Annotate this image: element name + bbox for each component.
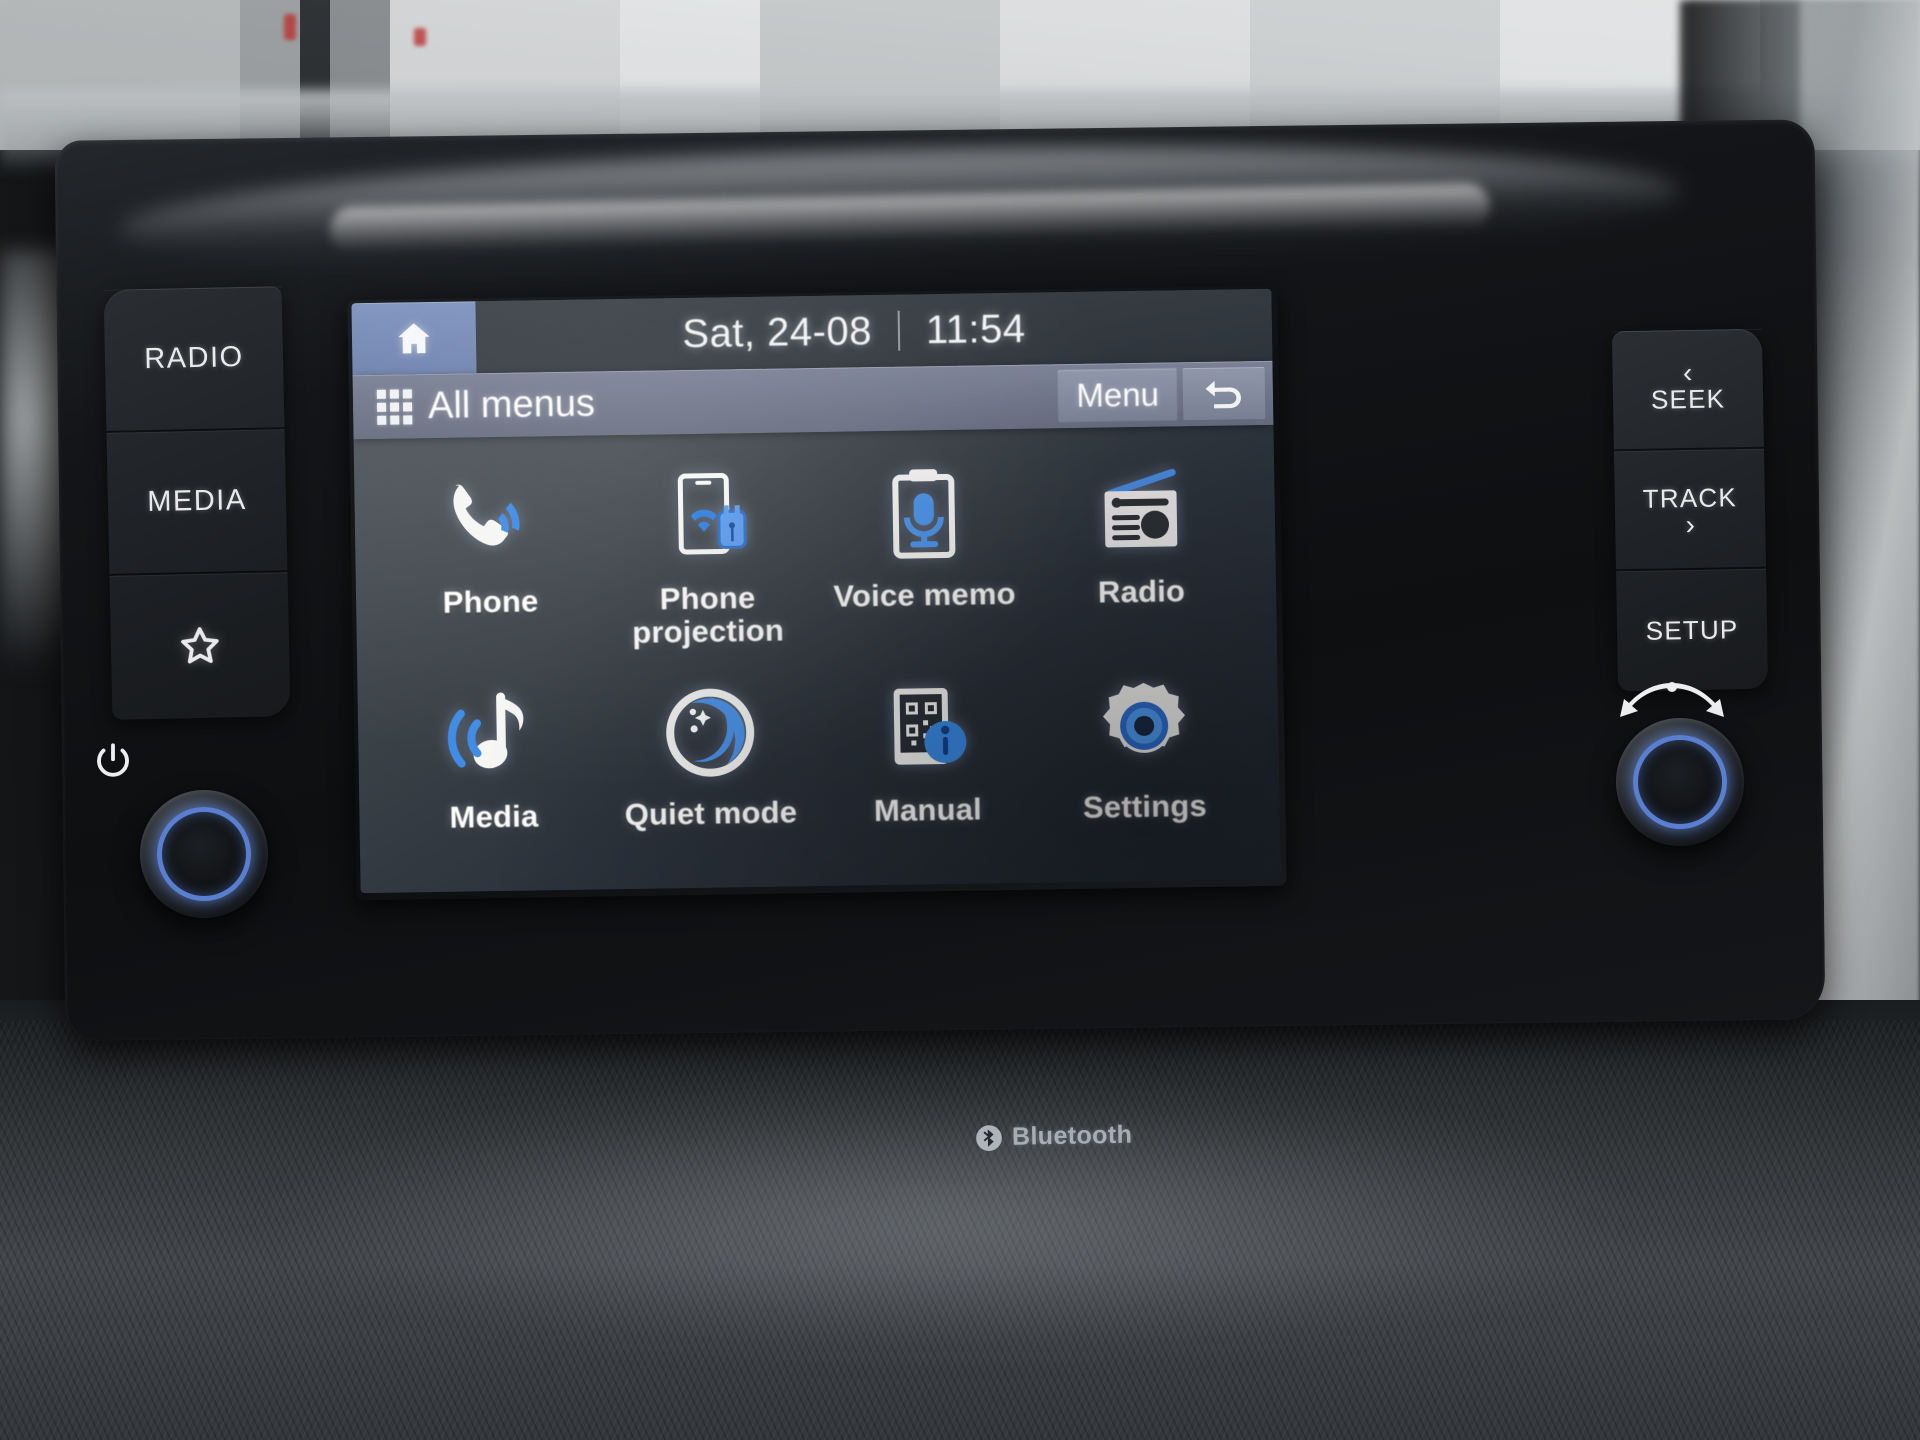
menu-tile-label: Media (449, 798, 539, 835)
favorites-button[interactable] (110, 572, 291, 719)
grid-icon (376, 388, 413, 425)
status-time: 11:54 (925, 306, 1026, 352)
quiet-mode-moon-icon (659, 680, 761, 786)
menu-tile-phone-projection[interactable]: Phone projection (597, 458, 817, 670)
infotainment-screen[interactable]: Sat, 24-08 11:54 All menus Menu Phone Ph… (351, 288, 1281, 894)
back-arrow-icon (1205, 380, 1241, 409)
track-button[interactable]: TRACK › (1613, 448, 1767, 572)
menu-tile-voice-memo[interactable]: Voice memo (814, 455, 1034, 667)
track-chevron-right-icon: › (1685, 509, 1696, 541)
knob-illumination-ring (1633, 735, 1727, 829)
voice-memo-icon (876, 462, 970, 567)
title-actions: Menu (1057, 366, 1273, 423)
back-button[interactable] (1182, 366, 1266, 421)
menu-tile-media[interactable]: Media (383, 676, 603, 888)
menu-tile-label: Quiet mode (624, 794, 798, 833)
menu-tile-label: Phone (442, 583, 539, 620)
home-icon (398, 323, 430, 354)
red-light-reflection (284, 14, 296, 40)
tune-knob[interactable] (1607, 709, 1753, 855)
screenshot-root: Sat, 24-08 11:54 All menus Menu Phone Ph… (0, 0, 1920, 1440)
menu-button[interactable]: Menu (1057, 368, 1178, 423)
page-title: All menus (427, 381, 596, 427)
star-favorites-icon (181, 626, 219, 663)
radio-icon (1087, 458, 1193, 564)
left-button-column: RADIO MEDIA (103, 286, 291, 720)
menu-tile-label: Voice memo (833, 575, 1016, 614)
media-button-label: MEDIA (146, 483, 247, 519)
menu-tile-label: Radio (1097, 573, 1186, 610)
menu-tile-radio[interactable]: Radio (1031, 451, 1251, 663)
setup-button-label: SETUP (1645, 613, 1739, 646)
media-button[interactable]: MEDIA (106, 429, 288, 576)
seek-button[interactable]: ‹ SEEK (1611, 328, 1764, 452)
menu-tile-label: Settings (1082, 787, 1208, 825)
phone-handset-icon (439, 468, 541, 574)
right-button-column: ‹ SEEK TRACK › SETUP (1611, 328, 1769, 692)
menu-tile-label: Manual (873, 791, 983, 829)
manual-qr-info-icon (877, 677, 977, 783)
menu-tile-quiet-mode[interactable]: Quiet mode (600, 673, 820, 885)
bluetooth-label: Bluetooth (1011, 1120, 1133, 1151)
bluetooth-badge: Bluetooth (975, 1121, 1133, 1153)
status-center: Sat, 24-08 11:54 (436, 302, 1273, 360)
radio-button-label: RADIO (143, 340, 244, 376)
menu-tile-phone[interactable]: Phone (380, 461, 600, 673)
phone-projection-icon (656, 465, 758, 571)
status-date: Sat, 24-08 (681, 308, 873, 356)
all-menus-grid: Phone Phone projection Voice memo Radio … (354, 425, 1281, 889)
seek-button-label: SEEK (1650, 383, 1726, 415)
menu-tile-settings[interactable]: Settings (1034, 666, 1254, 878)
status-separator (897, 310, 901, 351)
radio-button[interactable]: RADIO (103, 286, 285, 433)
knob-illumination-ring (157, 807, 251, 901)
menu-tile-manual[interactable]: Manual (817, 670, 1037, 882)
seek-chevron-left-icon: ‹ (1682, 357, 1693, 389)
bluetooth-icon (976, 1124, 1002, 1151)
power-volume-knob[interactable] (131, 781, 277, 927)
menu-tile-label: Phone projection (631, 579, 785, 651)
power-icon (92, 740, 134, 787)
lower-dashboard-glow (250, 1090, 1650, 1350)
media-note-icon (440, 683, 546, 789)
setup-button[interactable]: SETUP (1616, 569, 1768, 692)
settings-gear-icon (1094, 673, 1194, 779)
red-light-reflection-2 (414, 28, 426, 46)
